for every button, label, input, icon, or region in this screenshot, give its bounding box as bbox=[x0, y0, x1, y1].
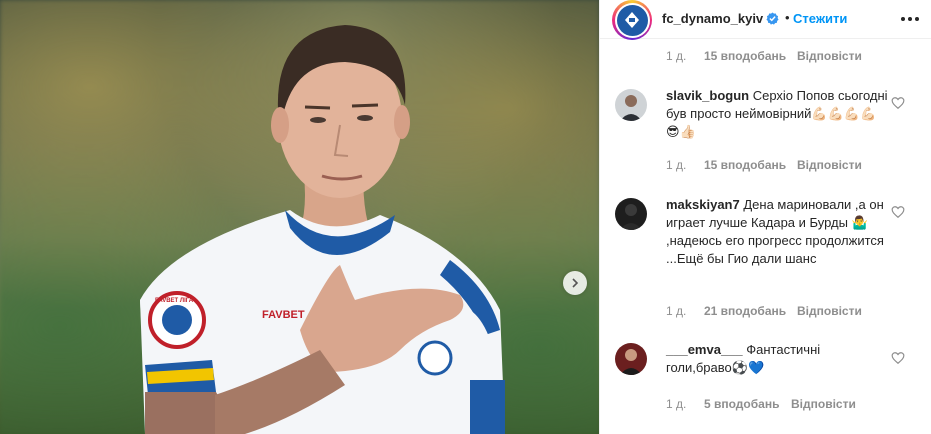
comment-time[interactable]: 1 д. bbox=[666, 49, 704, 63]
previous-comment-meta: 1 д. 15 вподобань Відповісти bbox=[666, 49, 862, 63]
post-header: fc_dynamo_kyiv • Стежити bbox=[600, 0, 931, 40]
league-badge-text: FAVBET ЛІГА bbox=[155, 298, 194, 304]
comment-meta: 1 д. 21 вподобань Відповісти bbox=[666, 304, 862, 318]
post-author-username[interactable]: fc_dynamo_kyiv bbox=[662, 11, 763, 26]
commenter-username[interactable]: ___emva___ bbox=[666, 342, 743, 357]
commenter-avatar[interactable] bbox=[615, 89, 647, 121]
follow-button[interactable]: Стежити bbox=[793, 11, 847, 26]
sponsor-text: FAVBET bbox=[262, 309, 305, 321]
player-illustration: FAVBET FAVBET ЛІГА bbox=[140, 25, 505, 434]
comment-time[interactable]: 1 д. bbox=[666, 304, 704, 318]
verified-badge-icon bbox=[766, 12, 779, 25]
reply-button[interactable]: Відповісти bbox=[797, 49, 862, 63]
commenter-username[interactable]: slavik_bogun bbox=[666, 88, 749, 103]
comment-text: ___emva___ Фантастичні голи,браво⚽💙 bbox=[666, 341, 888, 377]
like-heart-icon[interactable] bbox=[891, 205, 905, 219]
comment-likes[interactable]: 21 вподобань bbox=[704, 304, 797, 318]
commenter-avatar[interactable] bbox=[615, 198, 647, 230]
more-options-icon[interactable] bbox=[900, 10, 920, 28]
comment-time[interactable]: 1 д. bbox=[666, 158, 704, 172]
comment-text: makskiyan7 Дена мариновали ,а он играет … bbox=[666, 196, 888, 268]
comment-meta: 1 д. 5 вподобань Відповісти bbox=[666, 397, 856, 411]
comment-time[interactable]: 1 д. bbox=[666, 397, 704, 411]
separator-dot: • bbox=[785, 10, 790, 25]
story-ring[interactable] bbox=[612, 0, 652, 40]
commenter-username[interactable]: makskiyan7 bbox=[666, 197, 740, 212]
like-heart-icon[interactable] bbox=[891, 351, 905, 365]
reply-button[interactable]: Відповісти bbox=[797, 304, 862, 318]
comment-likes[interactable]: 15 вподобань bbox=[704, 49, 797, 63]
reply-button[interactable]: Відповісти bbox=[791, 397, 856, 411]
comment-text: slavik_bogun Серхіо Попов сьогодні був п… bbox=[666, 87, 888, 141]
commenter-avatar[interactable] bbox=[615, 343, 647, 375]
dynamo-kyiv-logo-icon bbox=[616, 4, 648, 36]
comment-likes[interactable]: 15 вподобань bbox=[704, 158, 797, 172]
reply-button[interactable]: Відповісти bbox=[797, 158, 862, 172]
comment-meta: 1 д. 15 вподобань Відповісти bbox=[666, 158, 862, 172]
instagram-post-view: FAVBET FAVBET ЛІГА fc_dynamo_kyiv • Стеж… bbox=[0, 0, 931, 434]
chevron-right-icon bbox=[572, 278, 579, 288]
comment-likes[interactable]: 5 вподобань bbox=[704, 397, 791, 411]
like-heart-icon[interactable] bbox=[891, 96, 905, 110]
comments-panel: fc_dynamo_kyiv • Стежити 1 д. 15 вподоба… bbox=[599, 0, 931, 434]
post-photo[interactable]: FAVBET FAVBET ЛІГА bbox=[0, 0, 599, 434]
carousel-next-button[interactable] bbox=[563, 271, 587, 295]
